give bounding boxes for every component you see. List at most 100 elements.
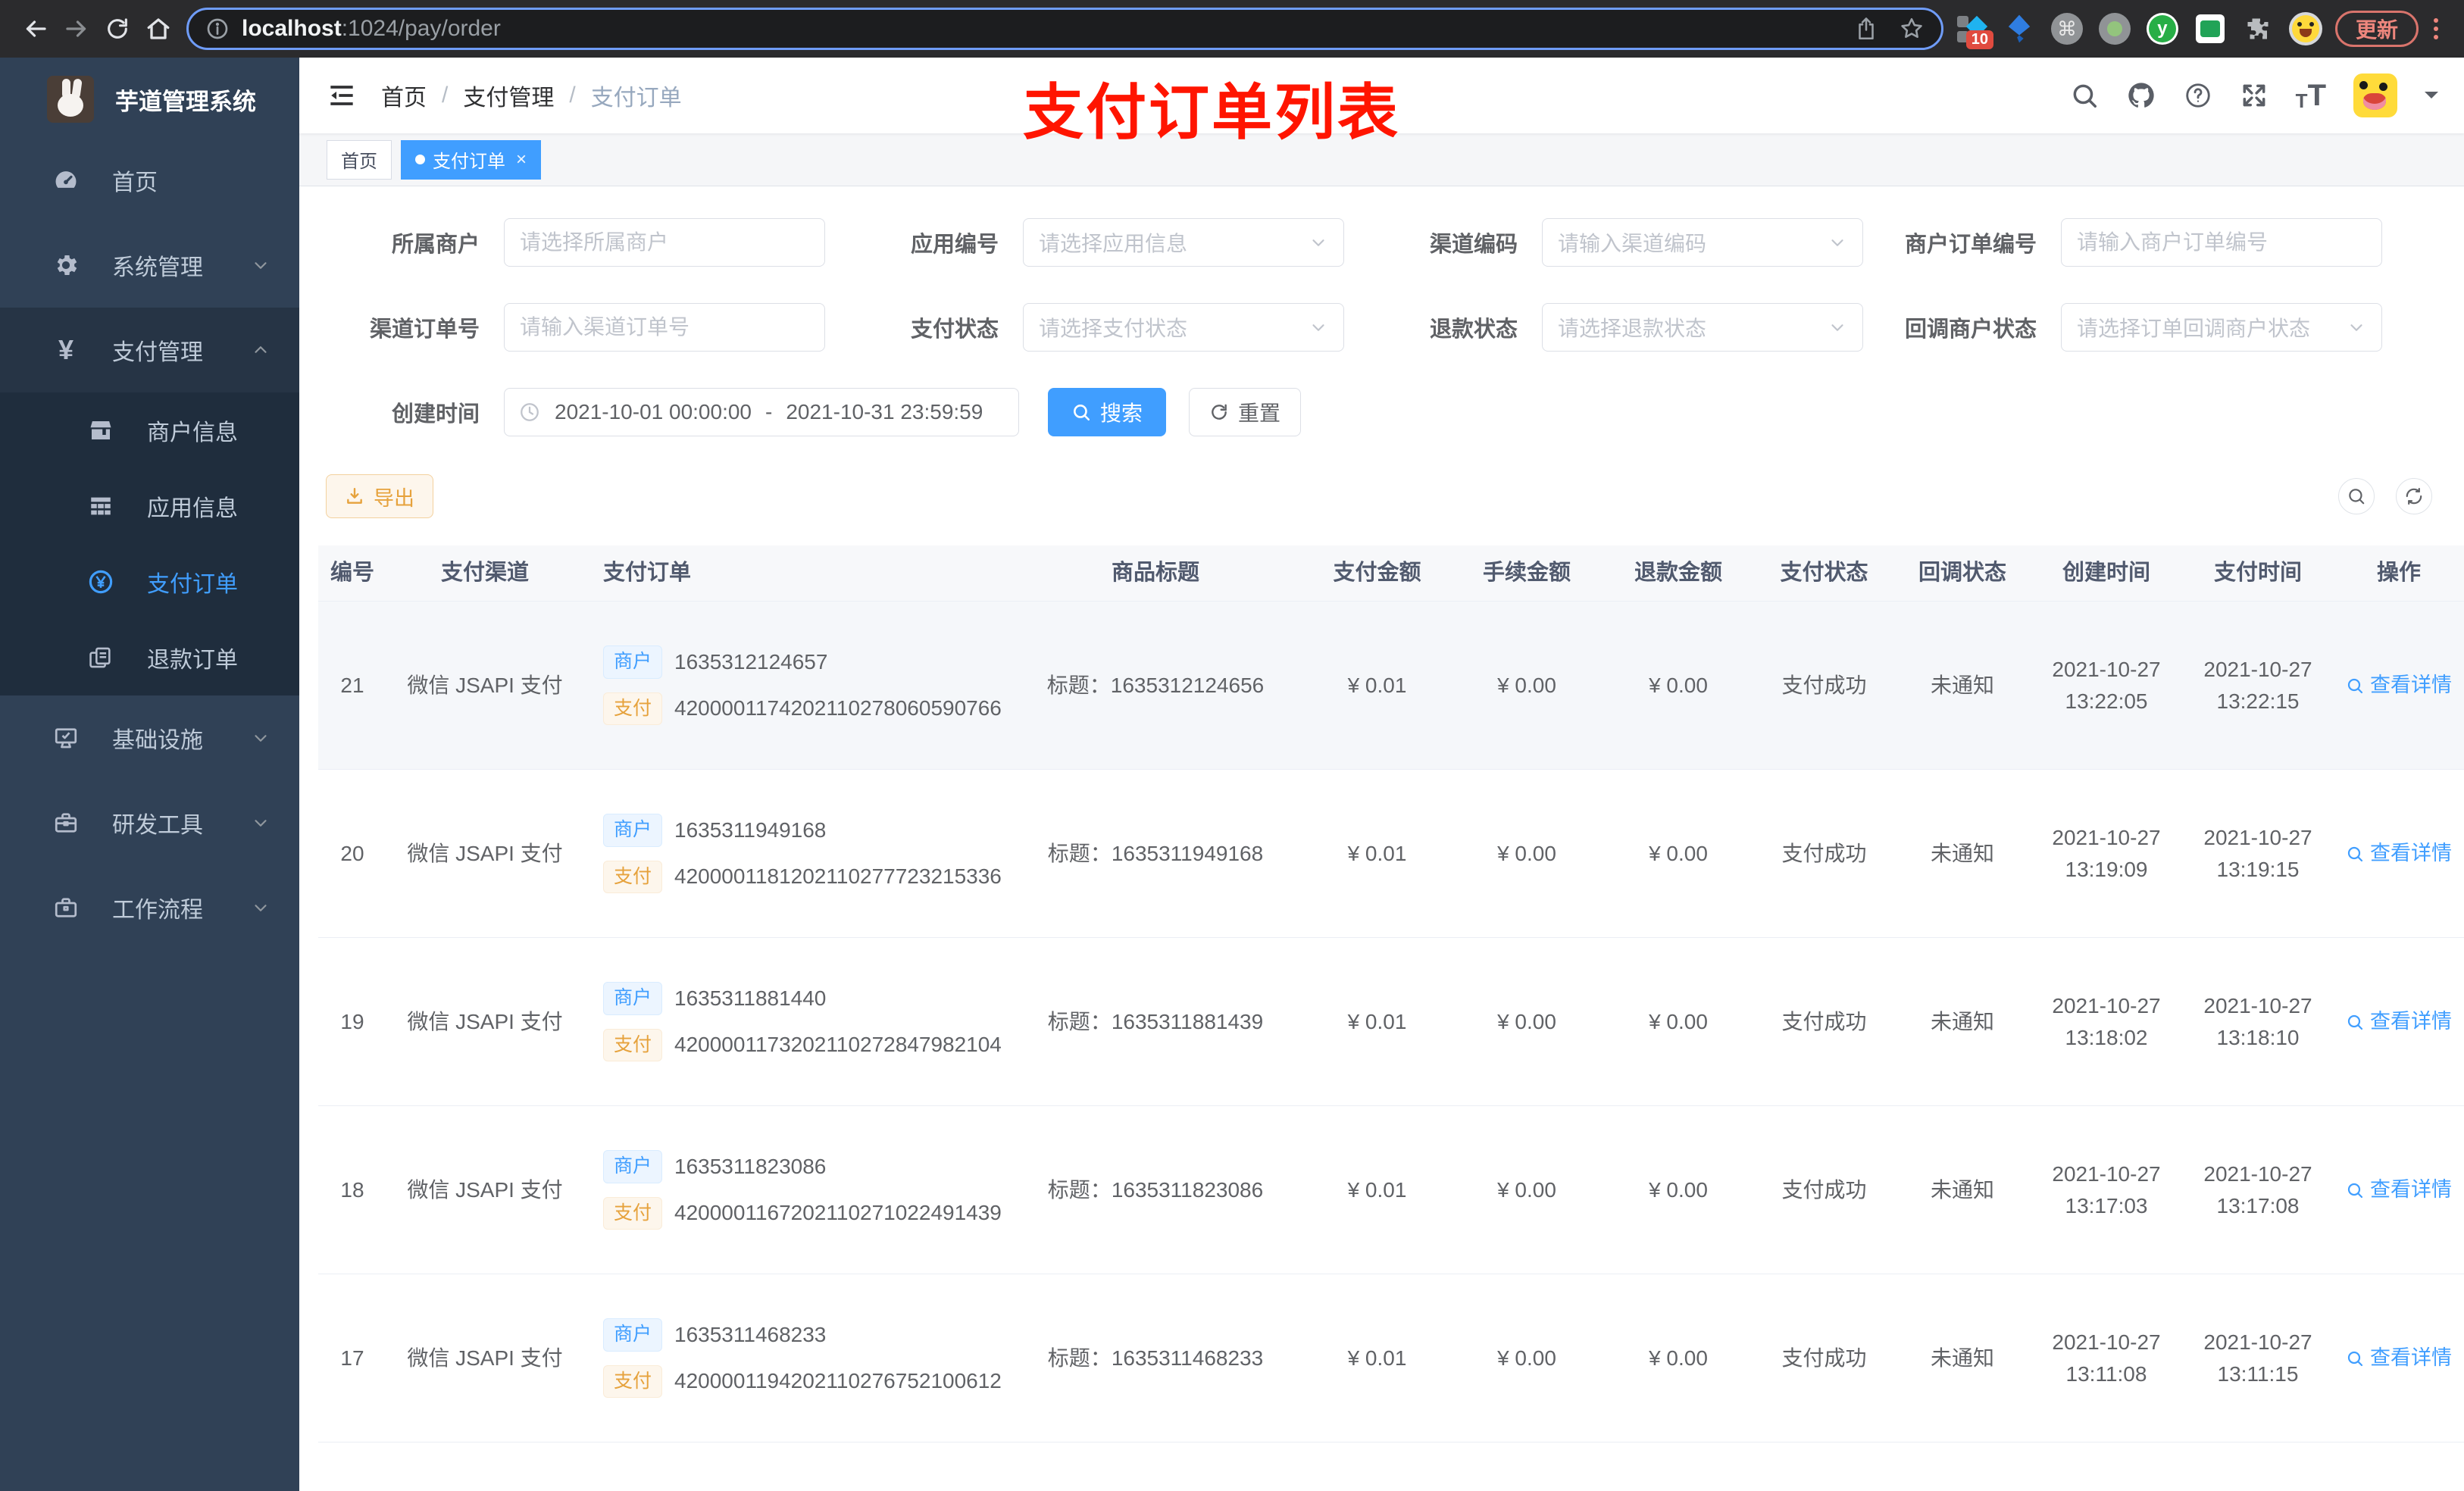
pay-time: 2021-10-27 13:19:15 xyxy=(2203,825,2312,881)
pay-status: 支付成功 xyxy=(1781,1177,1867,1202)
app-logo[interactable]: 芋道管理系统 xyxy=(0,58,299,138)
search-button[interactable]: 搜索 xyxy=(1048,388,1167,436)
fee-amount: ¥ 0.00 xyxy=(1497,841,1556,865)
tab-label: 支付订单 xyxy=(433,152,505,172)
create-time: 2021-10-27 13:11:08 xyxy=(2052,1330,2161,1386)
sidebar-item-home[interactable]: 首页 xyxy=(0,138,299,223)
github-icon[interactable] xyxy=(2126,80,2156,111)
close-icon[interactable]: × xyxy=(516,149,527,170)
date-end-value: 2021-10-31 23:59:59 xyxy=(786,400,983,424)
pay-channel: 微信 JSAPI 支付 xyxy=(407,1177,563,1202)
breadcrumb-payment[interactable]: 支付管理 xyxy=(463,79,554,112)
avatar-caret-icon[interactable] xyxy=(2425,92,2438,105)
channel-pay-no: 4200001174202110278060590766 xyxy=(674,696,1002,720)
pay-channel: 微信 JSAPI 支付 xyxy=(407,673,563,697)
profile-avatar-icon[interactable] xyxy=(2288,11,2323,46)
help-icon[interactable] xyxy=(2184,81,2212,110)
merchant-tag: 商户 xyxy=(603,1318,663,1352)
sidebar-item-infra[interactable]: 基础设施 xyxy=(0,695,299,780)
pay-tag: 支付 xyxy=(603,692,663,725)
date-start-value: 2021-10-01 00:00:00 xyxy=(555,400,752,424)
pay-tag: 支付 xyxy=(603,1196,663,1230)
table-row: 18 微信 JSAPI 支付 商户 1635311823086 支付 4200001… xyxy=(318,1106,2464,1274)
breadcrumb-home[interactable]: 首页 xyxy=(381,79,427,112)
refresh-button[interactable] xyxy=(2396,478,2432,514)
sidebar-item-pay-order[interactable]: 支付订单 xyxy=(0,544,299,620)
extension-record-icon[interactable] xyxy=(2097,11,2132,46)
briefcase-icon xyxy=(50,894,82,921)
filter-label: 创建时间 xyxy=(391,402,480,427)
merchant-tag: 商户 xyxy=(603,814,663,847)
channel-code-select[interactable]: 请输入渠道编码 xyxy=(1542,218,1863,267)
pay-time: 2021-10-27 13:17:08 xyxy=(2203,1161,2312,1217)
fee-amount: ¥ 0.00 xyxy=(1497,1346,1556,1370)
font-size-icon[interactable]: TT xyxy=(2296,80,2326,111)
url-text: localhost:1024/pay/order xyxy=(242,16,501,42)
sidebar-item-system[interactable]: 系统管理 xyxy=(0,223,299,308)
extension-y-icon[interactable]: y xyxy=(2145,11,2180,46)
address-bar[interactable]: localhost:1024/pay/order xyxy=(186,8,1943,50)
share-icon[interactable] xyxy=(1853,16,1879,42)
view-detail-link[interactable]: 查看详情 xyxy=(2346,1006,2452,1037)
date-range-picker[interactable]: 2021-10-01 00:00:00 - 2021-10-31 23:59:5… xyxy=(504,388,1019,436)
export-button[interactable]: 导出 xyxy=(326,474,433,518)
create-time: 2021-10-27 13:17:03 xyxy=(2052,1161,2161,1217)
site-info-icon[interactable] xyxy=(205,17,230,41)
toggle-search-button[interactable] xyxy=(2338,478,2375,514)
extension-chat-icon[interactable] xyxy=(2193,11,2228,46)
table-row: 17 微信 JSAPI 支付 商户 1635311468233 支付 4200001… xyxy=(318,1274,2464,1443)
select-placeholder: 请选择订单回调商户状态 xyxy=(2077,317,2311,340)
extension-cmd-icon[interactable]: ⌘ xyxy=(2050,11,2084,46)
order-id: 20 xyxy=(340,841,364,865)
view-detail-link[interactable]: 查看详情 xyxy=(2346,670,2452,701)
bookmark-star-icon[interactable] xyxy=(1899,16,1925,42)
notify-status: 未通知 xyxy=(1930,1177,1994,1202)
back-icon[interactable] xyxy=(15,8,56,49)
sidebar-item-merchant-info[interactable]: 商户信息 xyxy=(0,392,299,468)
app-select[interactable]: 请选择应用信息 xyxy=(1023,218,1344,267)
pay-status-select[interactable]: 请选择支付状态 xyxy=(1023,303,1344,352)
product-title: 标题： 1635311468233 xyxy=(1047,1346,1264,1370)
notify-status-select[interactable]: 请选择订单回调商户状态 xyxy=(2061,303,2382,352)
chevron-down-icon xyxy=(251,255,270,275)
forward-icon[interactable] xyxy=(56,8,97,49)
merchant-select-input[interactable] xyxy=(504,218,825,267)
reload-icon[interactable] xyxy=(97,8,138,49)
select-placeholder: 请选择退款状态 xyxy=(1558,317,1707,340)
sidebar-item-app-info[interactable]: 应用信息 xyxy=(0,468,299,544)
view-detail-link[interactable]: 查看详情 xyxy=(2346,838,2452,869)
url-host: localhost xyxy=(242,16,342,41)
view-detail-link[interactable]: 查看详情 xyxy=(2346,1343,2452,1374)
view-detail-link[interactable]: 查看详情 xyxy=(2346,1174,2452,1205)
pay-status: 支付成功 xyxy=(1781,673,1867,697)
sidebar-item-workflow[interactable]: 工作流程 xyxy=(0,865,299,950)
filter-label: 退款状态 xyxy=(1429,317,1518,342)
tab-pay-order[interactable]: 支付订单 × xyxy=(401,139,542,180)
extension-notify-icon[interactable]: 10 xyxy=(1954,11,1993,49)
extensions-puzzle-icon[interactable] xyxy=(2240,11,2275,46)
sidebar-item-payment[interactable]: ¥ 支付管理 xyxy=(0,308,299,392)
update-button[interactable]: 更新 xyxy=(2334,11,2419,47)
sidebar-item-devtools[interactable]: 研发工具 xyxy=(0,780,299,865)
pay-order-cell: 商户 1635311823086 支付 4200001167202110271022… xyxy=(583,1106,1008,1274)
user-avatar[interactable] xyxy=(2353,73,2397,117)
pay-tag: 支付 xyxy=(603,860,663,893)
reset-label: 重置 xyxy=(1238,402,1281,425)
fullscreen-icon[interactable] xyxy=(2240,81,2269,110)
export-label: 导出 xyxy=(374,486,414,510)
tab-home[interactable]: 首页 xyxy=(327,139,392,180)
channel-order-no-input[interactable] xyxy=(504,303,825,352)
home-icon[interactable] xyxy=(138,8,179,49)
refund-status-select[interactable]: 请选择退款状态 xyxy=(1542,303,1863,352)
pay-amount: ¥ 0.01 xyxy=(1347,1177,1407,1202)
reset-button[interactable]: 重置 xyxy=(1189,388,1302,436)
select-placeholder: 请选择支付状态 xyxy=(1039,317,1188,340)
sidebar-item-label: 商户信息 xyxy=(147,420,238,445)
header-search-icon[interactable] xyxy=(2070,81,2099,110)
extension-kite-icon[interactable] xyxy=(2002,11,2037,46)
sidebar-collapse-icon[interactable] xyxy=(325,79,360,112)
pay-amount: ¥ 0.01 xyxy=(1347,1346,1407,1370)
merchant-order-no-input[interactable] xyxy=(2061,218,2382,267)
browser-menu-icon[interactable] xyxy=(2423,18,2449,39)
sidebar-item-refund-order[interactable]: 退款订单 xyxy=(0,620,299,695)
